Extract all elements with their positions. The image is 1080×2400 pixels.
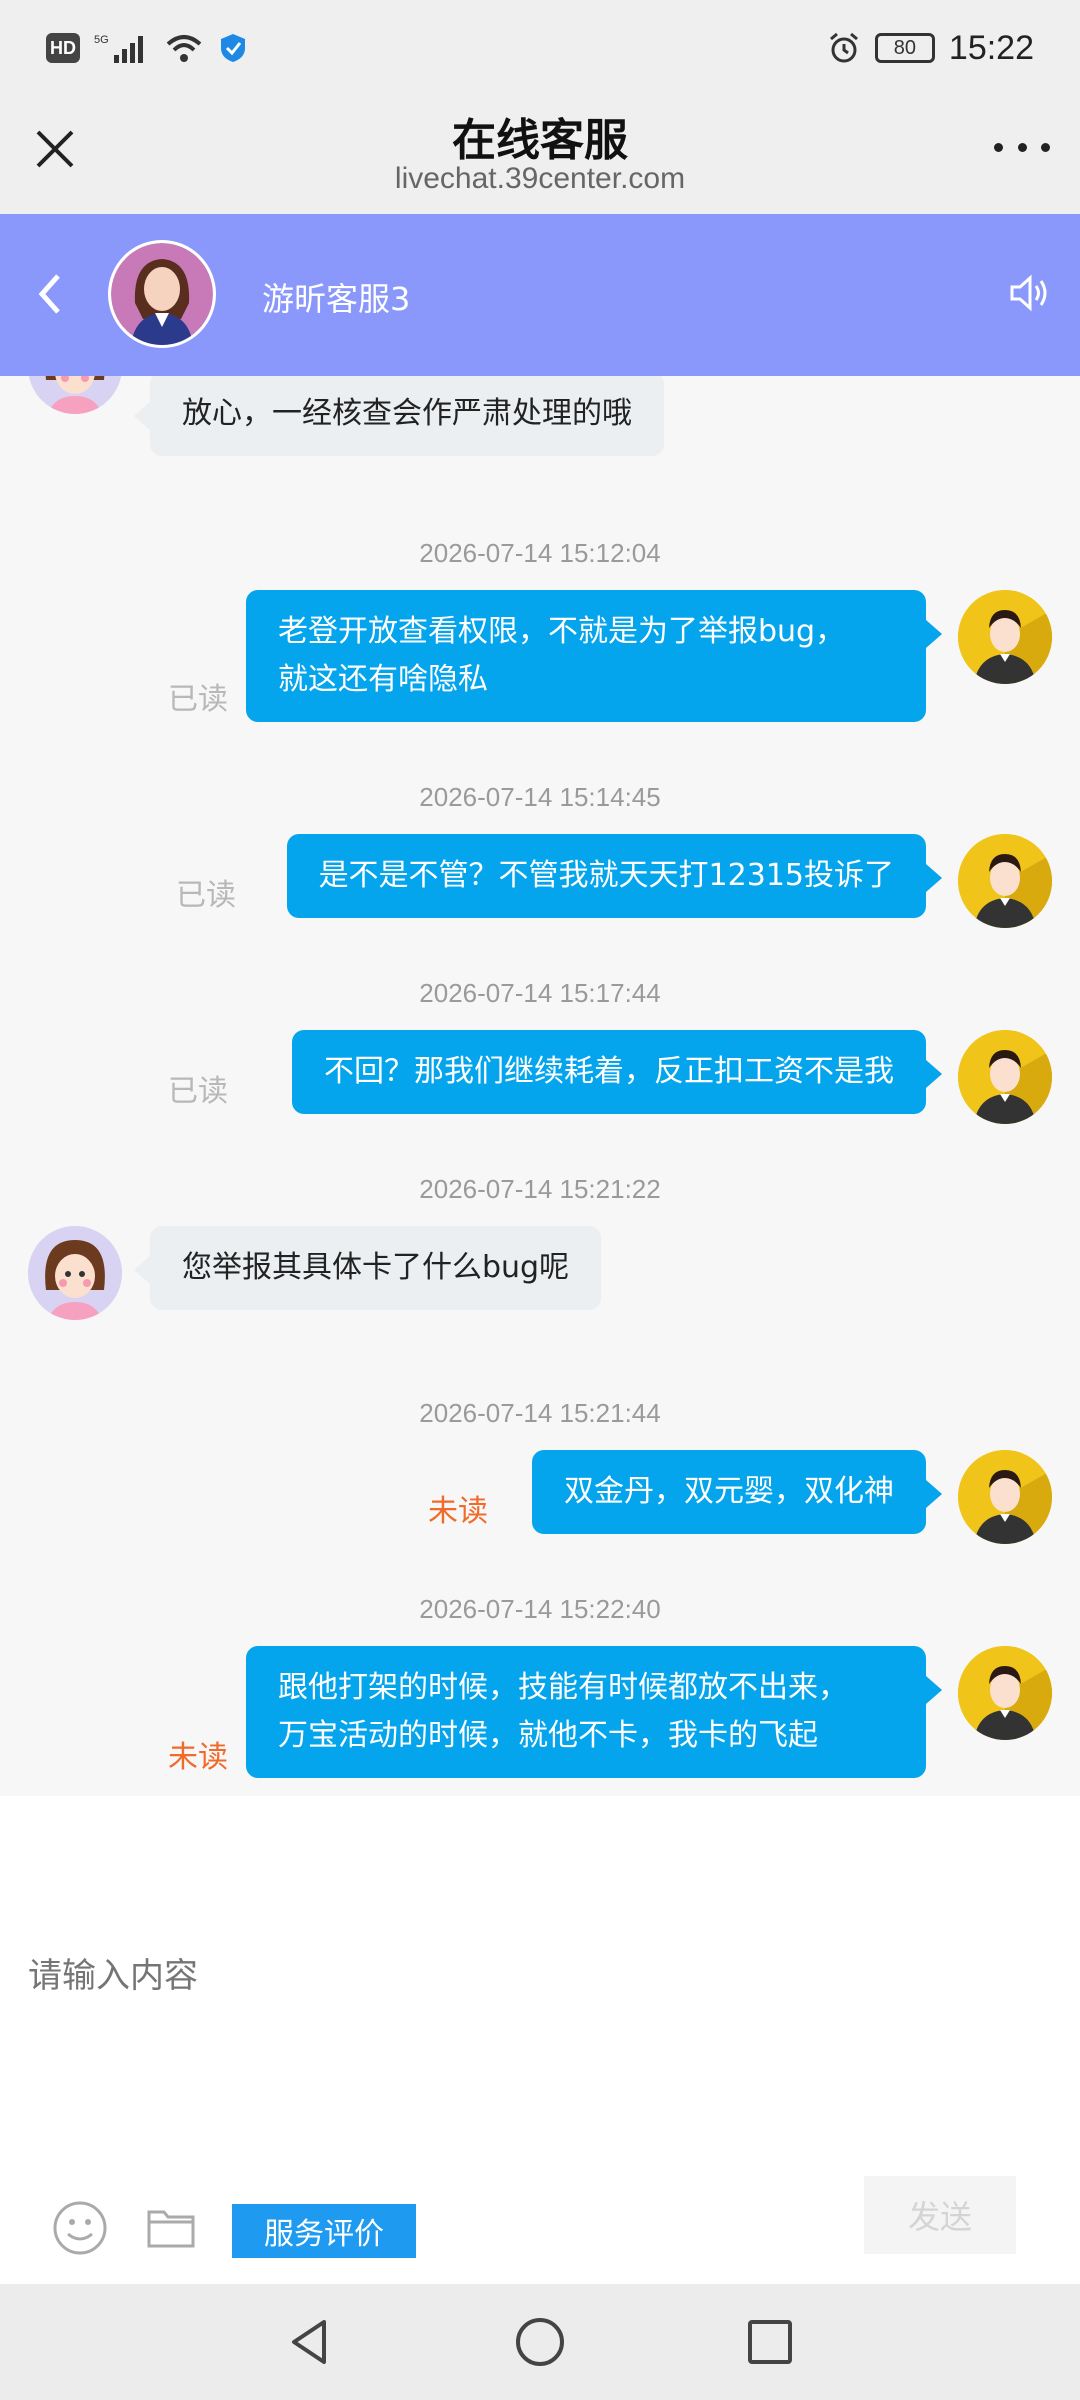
read-status: 未读: [168, 1740, 228, 1775]
agent-name: 游昕客服3: [262, 280, 411, 318]
chat-area[interactable]: 放心，一经核查会作严肃处理的哦 2026-07-14 15:12:04 已读 老…: [0, 376, 1080, 1796]
user-avatar: [958, 1030, 1052, 1124]
message-bubble-outgoing: 双金丹，双元婴，双化神: [532, 1450, 942, 1534]
user-avatar: [958, 1646, 1052, 1740]
service-rating-button[interactable]: 服务评价: [232, 2204, 416, 2258]
battery-indicator: 80: [874, 33, 935, 63]
signal-icon: 5G: [94, 34, 143, 63]
message-text-line: 就这还有啥隐私: [278, 662, 488, 697]
chevron-left-icon[interactable]: [30, 264, 70, 324]
user-avatar: [958, 1450, 1052, 1544]
message-timestamp: 2026-07-14 15:17:44: [419, 978, 661, 1008]
read-status: 已读: [168, 682, 228, 717]
message-timestamp: 2026-07-14 15:21:44: [419, 1398, 661, 1428]
status-time: 15:22: [948, 28, 1034, 67]
message-bubble-incoming: 放心，一经核查会作严肃处理的哦: [134, 376, 664, 456]
page-title: 在线客服: [452, 115, 628, 166]
more-dot: [994, 142, 1003, 152]
message-bubble-outgoing: 是不是不管？不管我就天天打12315投诉了: [286, 834, 943, 918]
agent-avatar-illustration: [111, 243, 213, 345]
status-bar: HD 5G 80 15:22: [0, 0, 1080, 96]
emoji-icon[interactable]: [52, 2200, 108, 2256]
message-timestamp: 2026-07-14 15:22:40: [419, 1594, 661, 1624]
message-timestamp: 2026-07-14 15:21:22: [419, 1174, 661, 1204]
read-status: 已读: [176, 878, 236, 913]
message-bubble-outgoing: 不回？那我们继续耗着，反正扣工资不是我: [292, 1030, 942, 1114]
user-avatar: [958, 834, 1052, 928]
message-bubble-incoming: 您举报其具体卡了什么bug呢: [133, 1226, 602, 1310]
browser-header: 在线客服 livechat.39center.com: [0, 96, 1080, 214]
hd-badge: HD: [46, 33, 80, 63]
agent-avatar: [28, 376, 122, 414]
more-dot: [1017, 142, 1027, 152]
user-avatar-illustration: [958, 1030, 1052, 1124]
nav-back-icon[interactable]: [282, 2314, 338, 2370]
send-button[interactable]: 发送: [864, 2176, 1016, 2254]
input-area: 服务评价 发送: [0, 1796, 1080, 2284]
read-status: 未读: [428, 1494, 488, 1529]
navigation-bar: [0, 2284, 1080, 2400]
user-avatar: [958, 590, 1052, 684]
read-status: 已读: [168, 1074, 228, 1109]
nav-recent-icon[interactable]: [742, 2314, 798, 2370]
page-url: livechat.39center.com: [394, 162, 686, 195]
status-left: HD 5G: [46, 31, 248, 65]
status-right: 80 15:22: [827, 29, 1034, 68]
nav-home-icon[interactable]: [512, 2314, 568, 2370]
user-avatar-illustration: [958, 1450, 1052, 1544]
message-timestamp: 2026-07-14 15:14:45: [419, 782, 661, 812]
user-avatar-illustration: [958, 590, 1052, 684]
message-text-line: 老登开放查看权限，不就是为了举报bug，: [278, 614, 846, 649]
more-icon[interactable]: [994, 132, 1050, 162]
folder-icon[interactable]: [146, 2206, 196, 2250]
message-text: 放心，一经核查会作严肃处理的哦: [182, 396, 632, 431]
more-dot: [1041, 142, 1050, 152]
wifi-icon: [166, 35, 202, 62]
speaker-icon[interactable]: [1006, 270, 1052, 316]
agent-avatar-illustration: [28, 376, 122, 414]
svg-text:5G: 5G: [94, 34, 109, 46]
message-text: 您举报其具体卡了什么bug呢: [182, 1250, 570, 1285]
message-input[interactable]: [28, 1946, 1048, 2006]
alarm-icon: [829, 32, 858, 63]
agent-avatar-illustration: [28, 1226, 122, 1320]
message-bubble-outgoing: 跟他打架的时候，技能有时候都放不出来， 万宝活动的时候，就他不卡，我卡的飞起: [246, 1646, 942, 1778]
message-timestamp: 2026-07-14 15:12:04: [419, 538, 661, 568]
message-text: 是不是不管？不管我就天天打12315投诉了: [318, 858, 894, 893]
message-text-line: 万宝活动的时候，就他不卡，我卡的飞起: [278, 1718, 818, 1753]
agent-avatar: [28, 1226, 122, 1320]
chat-header: 游昕客服3: [0, 214, 1080, 376]
message-text-line: 跟他打架的时候，技能有时候都放不出来，: [278, 1670, 848, 1705]
agent-avatar: [108, 240, 216, 348]
message-bubble-outgoing: 老登开放查看权限，不就是为了举报bug， 就这还有啥隐私: [246, 590, 942, 722]
user-avatar-illustration: [958, 1646, 1052, 1740]
message-text: 双金丹，双元婴，双化神: [564, 1474, 894, 1509]
message-text: 不回？那我们继续耗着，反正扣工资不是我: [324, 1054, 894, 1089]
shield-icon: [221, 34, 245, 62]
user-avatar-illustration: [958, 834, 1052, 928]
